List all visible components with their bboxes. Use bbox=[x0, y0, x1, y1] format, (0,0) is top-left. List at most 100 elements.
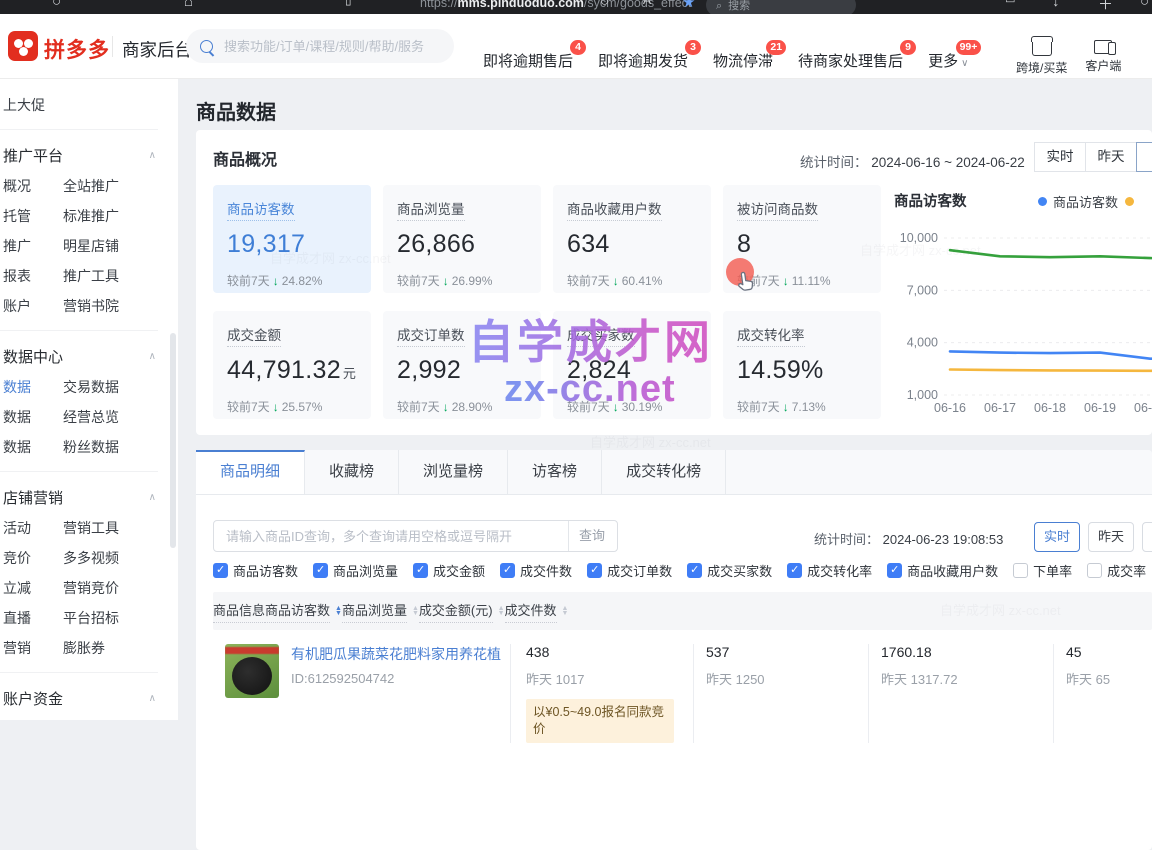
sidebar-item-right[interactable]: 经营总览 bbox=[63, 402, 178, 432]
browser-add-icon[interactable]: ＋ bbox=[1098, 0, 1113, 14]
stat-card[interactable]: 成交金额 44,791.32元 较前7天↓25.57% bbox=[213, 311, 371, 419]
header-nav-item[interactable]: 更多∨ 99+ bbox=[928, 50, 968, 71]
checkbox-icon[interactable] bbox=[1013, 563, 1028, 578]
checkbox-icon[interactable] bbox=[1087, 563, 1102, 578]
sidebar-item-left[interactable]: 数据 bbox=[3, 372, 63, 402]
period-button[interactable]: 7天 bbox=[1136, 142, 1152, 172]
sort-caret-icon[interactable]: ▲▼ bbox=[412, 606, 419, 616]
header-search[interactable] bbox=[186, 29, 454, 63]
metric-checkbox-item[interactable]: 成交件数 bbox=[500, 560, 572, 580]
sidebar-item-right[interactable]: 营销竞价 bbox=[63, 573, 178, 603]
detail-tab[interactable]: 收藏榜 bbox=[305, 450, 399, 494]
stat-card[interactable]: 成交订单数 2,992 较前7天↓28.90% bbox=[383, 311, 541, 419]
sidebar-item-right[interactable]: 交易数据 bbox=[63, 372, 178, 402]
metric-checkbox-item[interactable]: 商品收藏用户数 bbox=[887, 560, 998, 580]
sidebar-item-left[interactable]: 推广 bbox=[3, 231, 63, 261]
sidebar-item-right[interactable]: 推广工具 bbox=[63, 261, 178, 291]
sidebar-item-left[interactable]: 立减 bbox=[3, 573, 63, 603]
sidebar-item-left[interactable]: 数据 bbox=[3, 402, 63, 432]
checkbox-icon[interactable] bbox=[500, 563, 515, 578]
sidebar-scrollbar[interactable] bbox=[170, 333, 176, 548]
header-nav-item[interactable]: 待商家处理售后 9 bbox=[798, 50, 903, 71]
metric-checkbox-item[interactable]: 成交率 bbox=[1087, 560, 1146, 580]
sidebar-item-left[interactable]: 概况 bbox=[3, 171, 63, 201]
table-header-cell[interactable]: 商品浏览量 ▲▼ bbox=[342, 592, 419, 630]
sidebar-item-left[interactable]: 账户 bbox=[3, 291, 63, 321]
browser-extension-icon[interactable]: ○ bbox=[600, 0, 609, 10]
checkbox-icon[interactable] bbox=[313, 563, 328, 578]
table-header-cell[interactable]: 商品信息 bbox=[213, 592, 265, 630]
table-header-cell[interactable]: 成交金额(元) ▲▼ bbox=[419, 592, 505, 630]
checkbox-icon[interactable] bbox=[413, 563, 428, 578]
quick-item-crossborder[interactable]: 跨境/买菜 bbox=[1016, 36, 1067, 76]
legend-item[interactable] bbox=[1125, 197, 1140, 206]
query-button[interactable]: 查询 bbox=[568, 521, 617, 551]
quick-item-rules[interactable]: 规 bbox=[1139, 36, 1152, 76]
metric-checkbox-item[interactable]: 成交金额 bbox=[413, 560, 485, 580]
sidebar-item-right[interactable]: 营销工具 bbox=[63, 513, 178, 543]
table-header-cell[interactable]: 商品访客数 ▲▼ bbox=[265, 592, 342, 630]
browser-home-icon[interactable]: ⌂ bbox=[184, 0, 193, 10]
checkbox-icon[interactable] bbox=[587, 563, 602, 578]
pinduoduo-logo-icon[interactable] bbox=[8, 31, 38, 61]
table-header-cell[interactable]: 成交件数 ▲▼ bbox=[505, 592, 569, 630]
metric-checkbox-item[interactable]: 商品浏览量 bbox=[313, 560, 398, 580]
stat-card[interactable]: 商品浏览量 26,866 较前7天↓26.99% bbox=[383, 185, 541, 293]
header-nav-item[interactable]: 即将逾期售后 4 bbox=[483, 50, 573, 71]
product-id-search-input[interactable] bbox=[213, 520, 618, 552]
browser-panel-icon[interactable]: ▭ bbox=[1005, 0, 1015, 6]
browser-search-pill[interactable]: ⌕搜索 bbox=[706, 0, 856, 14]
period-button[interactable]: 实时 bbox=[1034, 522, 1080, 552]
chevron-up-icon[interactable]: ∧ bbox=[149, 492, 156, 503]
checkbox-icon[interactable] bbox=[887, 563, 902, 578]
sidebar-item-left[interactable]: 活动 bbox=[3, 513, 63, 543]
metric-checkbox-item[interactable]: 成交转化率 bbox=[787, 560, 872, 580]
stat-card[interactable]: 商品收藏用户数 634 较前7天↓60.41% bbox=[553, 185, 711, 293]
sidebar-section-title[interactable]: 店铺营销 ∧ bbox=[3, 481, 178, 513]
chevron-up-icon[interactable]: ∧ bbox=[149, 693, 156, 704]
detail-tab[interactable]: 成交转化榜 bbox=[602, 450, 726, 494]
sidebar-item-dacu[interactable]: 上大促 bbox=[3, 90, 178, 120]
header-nav-item[interactable]: 即将逾期发货 3 bbox=[598, 50, 688, 71]
sidebar-section-title[interactable]: 推广平台 ∧ bbox=[3, 139, 178, 171]
browser-font-icon[interactable]: A bbox=[643, 0, 651, 7]
product-thumbnail[interactable] bbox=[225, 644, 279, 698]
sort-caret-icon[interactable]: ▲▼ bbox=[562, 606, 569, 616]
sort-caret-icon[interactable]: ▲▼ bbox=[498, 606, 505, 616]
metric-checkbox-item[interactable]: 成交订单数 bbox=[587, 560, 672, 580]
sidebar-item-left[interactable]: 直播 bbox=[3, 603, 63, 633]
detail-tab[interactable]: 浏览量榜 bbox=[399, 450, 508, 494]
legend-item[interactable]: 商品访客数 bbox=[1038, 192, 1118, 211]
metric-checkbox-item[interactable]: 下单率 bbox=[1013, 560, 1072, 580]
period-button[interactable]: 昨天 bbox=[1085, 142, 1137, 172]
chevron-up-icon[interactable]: ∧ bbox=[149, 150, 156, 161]
period-button[interactable]: 实时 bbox=[1034, 142, 1086, 172]
sidebar-item-right[interactable]: 全站推广 bbox=[63, 171, 178, 201]
sidebar-item-right[interactable]: 平台招标 bbox=[63, 603, 178, 633]
detail-tab[interactable]: 商品明细 bbox=[196, 450, 305, 494]
sidebar-section-title[interactable]: 数据中心 ∧ bbox=[3, 340, 178, 372]
sidebar-section-title[interactable]: 账户资金 ∧ bbox=[3, 682, 178, 714]
period-button[interactable]: 昨天 bbox=[1088, 522, 1134, 552]
checkbox-icon[interactable] bbox=[687, 563, 702, 578]
chevron-up-icon[interactable]: ∧ bbox=[149, 351, 156, 362]
pinduoduo-logo-text[interactable]: 拼多多 bbox=[44, 34, 110, 64]
browser-page-icon[interactable]: ▯ bbox=[345, 0, 352, 7]
header-search-input[interactable] bbox=[222, 38, 440, 55]
browser-bookmark-star-icon[interactable]: ★ bbox=[682, 0, 695, 11]
sidebar-item-right[interactable]: 明星店铺 bbox=[63, 231, 178, 261]
stat-card[interactable]: 成交买家数 2,824 较前7天↓30.19% bbox=[553, 311, 711, 419]
sidebar-item-right[interactable]: 多多视频 bbox=[63, 543, 178, 573]
sidebar-item-left[interactable]: 托管 bbox=[3, 201, 63, 231]
stat-card[interactable]: 商品访客数 19,317 较前7天↓24.82% bbox=[213, 185, 371, 293]
sidebar-item-right[interactable]: 标准推广 bbox=[63, 201, 178, 231]
stat-card[interactable]: 成交转化率 14.59% 较前7天↓7.13% bbox=[723, 311, 881, 419]
sidebar-item-left[interactable]: 营销 bbox=[3, 633, 63, 663]
product-title-link[interactable]: 有机肥瓜果蔬菜花肥料家用养花植... bbox=[291, 644, 501, 664]
detail-tab[interactable]: 访客榜 bbox=[508, 450, 602, 494]
sort-caret-icon[interactable]: ▲▼ bbox=[335, 606, 342, 616]
browser-download-icon[interactable]: ↓ bbox=[1052, 0, 1060, 10]
promo-tag[interactable]: 以¥0.5~49.0报名同款竞价 bbox=[526, 699, 674, 743]
checkbox-icon[interactable] bbox=[787, 563, 802, 578]
sidebar-item-left[interactable]: 数据 bbox=[3, 432, 63, 462]
